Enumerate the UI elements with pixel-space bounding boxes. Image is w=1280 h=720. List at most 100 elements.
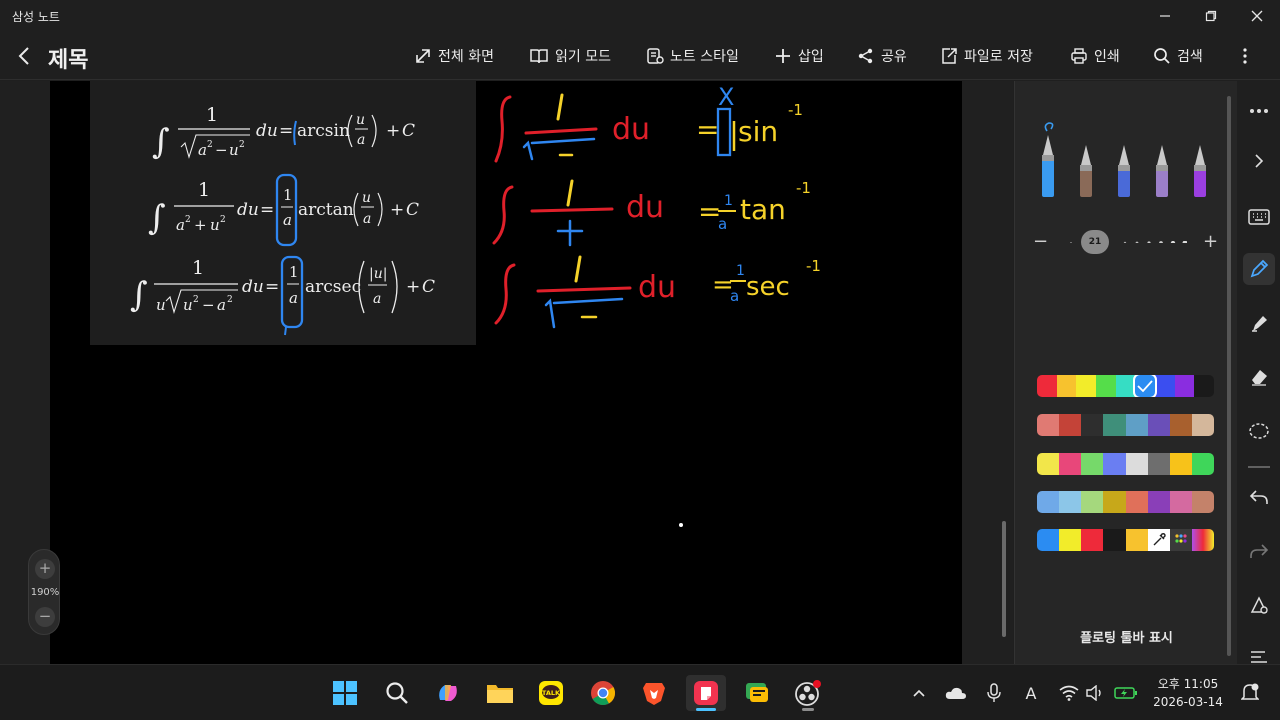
- kakaotalk-app[interactable]: TALK: [531, 675, 571, 711]
- redo-button[interactable]: [1243, 535, 1275, 567]
- brave-app[interactable]: [634, 675, 674, 711]
- samsung-notes-app[interactable]: [686, 675, 726, 711]
- save-as-file-button[interactable]: 파일로 저장: [940, 44, 1033, 68]
- color-swatch[interactable]: [1059, 453, 1082, 475]
- color-swatch[interactable]: [1125, 414, 1148, 436]
- ballpoint-pen-option[interactable]: [1111, 121, 1137, 201]
- minimize-button[interactable]: [1142, 0, 1188, 32]
- color-swatch[interactable]: [1037, 491, 1060, 513]
- color-swatch[interactable]: [1081, 414, 1104, 436]
- color-swatch[interactable]: [1096, 375, 1116, 397]
- notifications-button[interactable]: [1236, 679, 1264, 707]
- lasso-tool-button[interactable]: [1243, 415, 1275, 447]
- ime-indicator[interactable]: A: [1017, 679, 1045, 707]
- battery-button[interactable]: [1112, 679, 1140, 707]
- color-swatch[interactable]: [1081, 453, 1104, 475]
- brush-option[interactable]: [1187, 121, 1213, 201]
- note-style-button[interactable]: 노트 스타일: [646, 44, 739, 68]
- collapse-panel-button[interactable]: [1243, 145, 1275, 177]
- color-swatch[interactable]: [1081, 529, 1104, 551]
- color-swatch[interactable]: [1191, 414, 1214, 436]
- color-swatch[interactable]: [1037, 375, 1057, 397]
- color-swatch[interactable]: [1147, 529, 1170, 551]
- panel-scrollbar[interactable]: [1227, 96, 1231, 656]
- size-increase-button[interactable]: +: [1203, 231, 1218, 252]
- show-hidden-icons-button[interactable]: [905, 679, 933, 707]
- color-swatch[interactable]: [1125, 529, 1148, 551]
- fullscreen-button[interactable]: 전체 화면: [414, 44, 494, 68]
- color-swatch[interactable]: [1147, 491, 1170, 513]
- color-swatch[interactable]: [1103, 414, 1126, 436]
- color-swatch[interactable]: [1155, 375, 1175, 397]
- network-button[interactable]: [1055, 679, 1083, 707]
- share-button[interactable]: 공유: [857, 44, 907, 68]
- color-swatch[interactable]: [1081, 491, 1104, 513]
- color-swatch[interactable]: [1169, 491, 1192, 513]
- color-swatch[interactable]: [1103, 453, 1126, 475]
- color-swatch[interactable]: [1169, 414, 1192, 436]
- back-button[interactable]: [12, 42, 36, 70]
- show-floating-toolbar[interactable]: 플로팅 툴바 표시: [1015, 627, 1238, 646]
- color-swatch[interactable]: [1147, 414, 1170, 436]
- start-button[interactable]: [325, 675, 365, 711]
- size-decrease-button[interactable]: −: [1033, 231, 1048, 252]
- insert-button[interactable]: 삽입: [774, 44, 824, 68]
- close-button[interactable]: [1234, 0, 1280, 32]
- color-swatch[interactable]: [1147, 453, 1170, 475]
- pencil-option[interactable]: [1149, 121, 1175, 201]
- color-swatch[interactable]: [1169, 529, 1192, 551]
- color-swatch[interactable]: [1059, 529, 1082, 551]
- onedrive-button[interactable]: [942, 679, 970, 707]
- file-explorer-app[interactable]: [480, 675, 520, 711]
- zoom-in-button[interactable]: +: [35, 559, 55, 579]
- color-swatch[interactable]: [1191, 453, 1214, 475]
- copilot-app[interactable]: [428, 675, 468, 711]
- color-swatch[interactable]: [1174, 375, 1195, 397]
- color-swatch[interactable]: [1059, 491, 1082, 513]
- color-swatch[interactable]: [1056, 375, 1077, 397]
- color-swatch[interactable]: [1169, 453, 1192, 475]
- page-title[interactable]: 제목: [48, 42, 88, 74]
- pen-option[interactable]: [1073, 121, 1099, 201]
- undo-button[interactable]: [1243, 481, 1275, 513]
- color-swatch[interactable]: [1059, 414, 1082, 436]
- color-swatch[interactable]: [1037, 529, 1060, 551]
- fountain-pen-option[interactable]: [1035, 121, 1061, 201]
- size-slider-knob[interactable]: 21: [1081, 230, 1109, 254]
- color-swatch[interactable]: [1191, 491, 1214, 513]
- restore-button[interactable]: [1188, 0, 1234, 32]
- taskbar-search-button[interactable]: [377, 675, 417, 711]
- color-swatch[interactable]: [1191, 529, 1214, 551]
- color-swatch[interactable]: [1076, 375, 1097, 397]
- color-swatch[interactable]: [1037, 453, 1060, 475]
- chrome-app[interactable]: [583, 675, 623, 711]
- highlighter-tool-button[interactable]: [1243, 307, 1275, 339]
- color-swatch[interactable]: [1125, 453, 1148, 475]
- eraser-tool-button[interactable]: [1243, 361, 1275, 393]
- obs-app[interactable]: [788, 675, 828, 711]
- note-workspace[interactable]: ∫ 1 a 2 − u 2 du = arcsin u a + C ∫ 1 a …: [0, 81, 1013, 664]
- microphone-button[interactable]: [980, 679, 1008, 707]
- color-swatch[interactable]: [1125, 491, 1148, 513]
- color-swatch[interactable]: [1135, 375, 1156, 397]
- keyboard-button[interactable]: [1243, 201, 1275, 233]
- canvas-scrollbar[interactable]: [1002, 521, 1006, 637]
- pen-tool-button[interactable]: [1243, 253, 1275, 285]
- note-page[interactable]: ∫ 1 a 2 − u 2 du = arcsin u a + C ∫ 1 a …: [50, 81, 962, 664]
- more-options-button[interactable]: [1236, 44, 1254, 68]
- shape-tool-button[interactable]: [1243, 589, 1275, 621]
- reading-mode-button[interactable]: 읽기 모드: [529, 44, 611, 68]
- messages-app[interactable]: [737, 675, 777, 711]
- search-button[interactable]: 검색: [1153, 44, 1203, 68]
- color-swatch[interactable]: [1194, 375, 1214, 397]
- color-swatch[interactable]: [1103, 529, 1126, 551]
- color-swatch[interactable]: [1103, 491, 1126, 513]
- color-swatch[interactable]: [1037, 414, 1060, 436]
- system-clock[interactable]: 오후 11:05 2026-03-14: [1150, 675, 1226, 711]
- handwriting-strokes[interactable]: du = X sin -1 du = 1 a tan -1 du = 1 a s…: [490, 81, 870, 341]
- volume-button[interactable]: [1081, 679, 1109, 707]
- print-button[interactable]: 인쇄: [1070, 44, 1120, 68]
- formula-image[interactable]: ∫ 1 a 2 − u 2 du = arcsin u a + C ∫ 1 a …: [90, 81, 476, 345]
- color-swatch[interactable]: [1115, 375, 1136, 397]
- more-tools-button[interactable]: [1243, 95, 1275, 127]
